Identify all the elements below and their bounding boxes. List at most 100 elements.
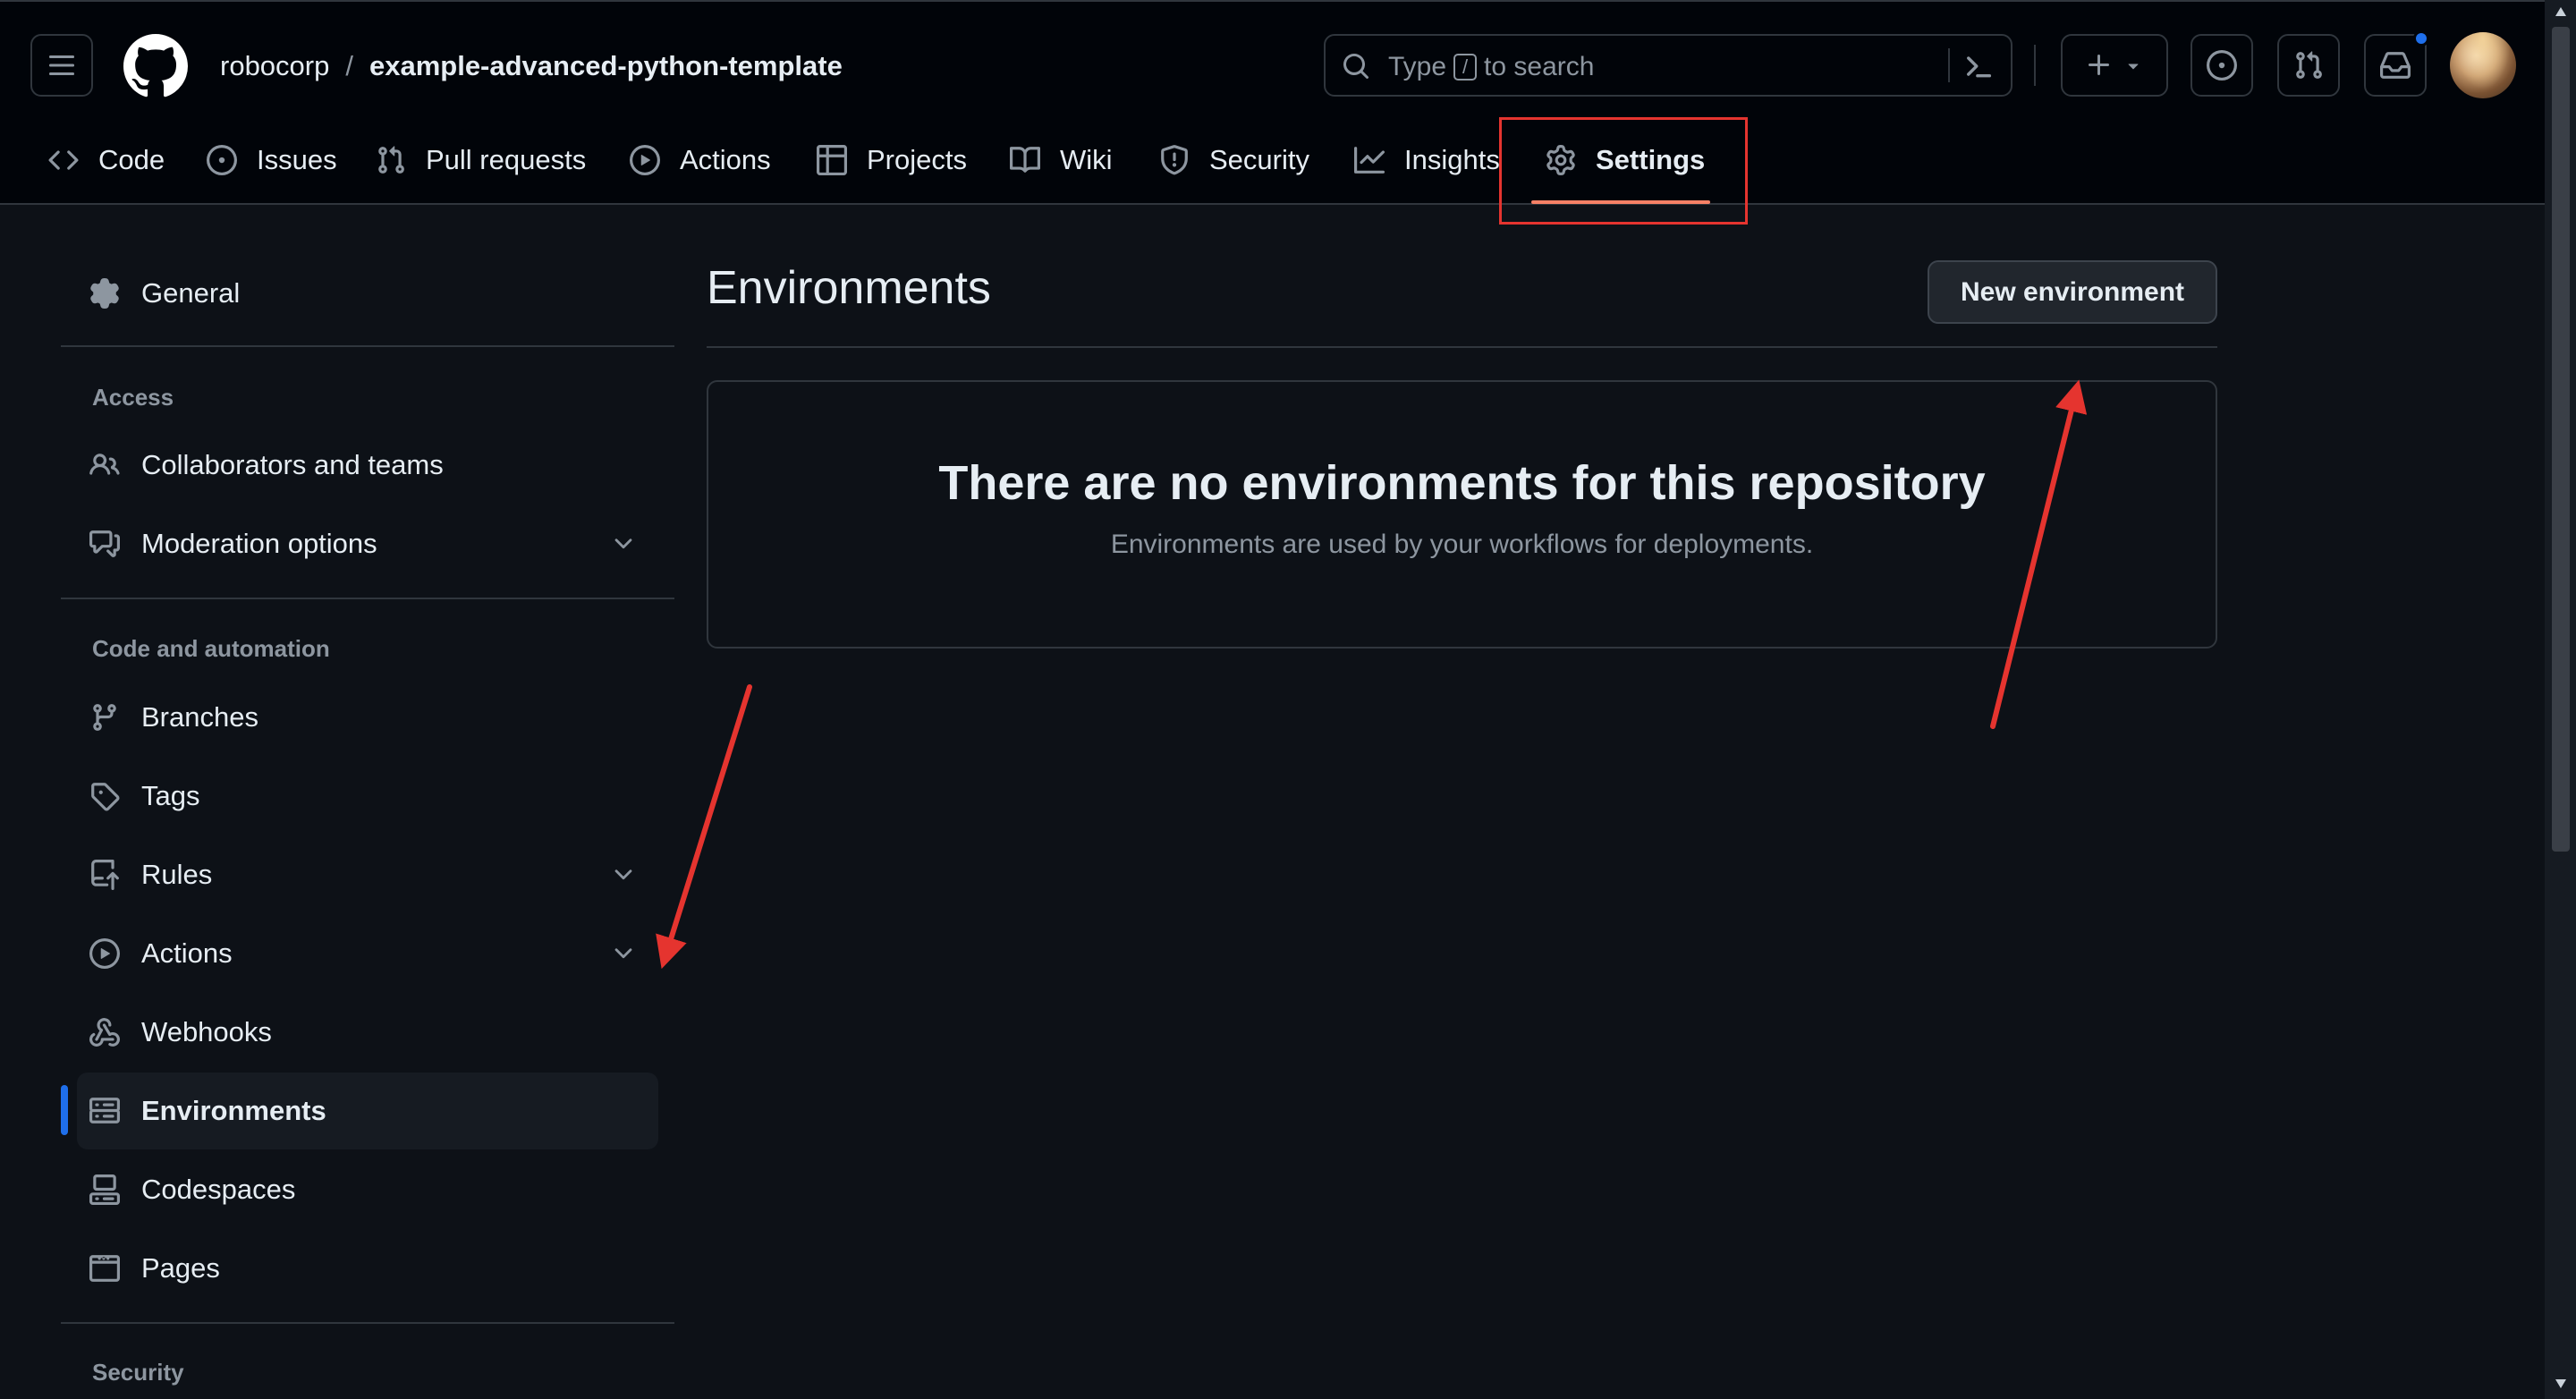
- owner-link[interactable]: robocorp: [220, 50, 329, 82]
- table-icon: [817, 145, 847, 175]
- sidebar-item-moderation[interactable]: Moderation options: [77, 505, 658, 582]
- search-placeholder-suffix: to search: [1484, 52, 1595, 81]
- search-shortcut-key: /: [1453, 54, 1478, 81]
- command-palette-icon[interactable]: [1962, 50, 1995, 82]
- tab-projects-label: Projects: [867, 144, 967, 175]
- browser-icon: [89, 1255, 120, 1282]
- search-divider: [1948, 48, 1950, 82]
- sidebar-item-webhooks[interactable]: Webhooks: [77, 994, 658, 1071]
- sidebar-item-label: Tags: [141, 780, 200, 811]
- tab-security-label: Security: [1209, 144, 1309, 175]
- menu-button[interactable]: [30, 34, 93, 97]
- tab-pull-requests-label: Pull requests: [426, 144, 587, 175]
- pull-request-icon: [378, 146, 404, 174]
- sidebar-item-label: Rules: [141, 859, 213, 890]
- people-icon: [89, 454, 120, 475]
- tab-projects[interactable]: Projects: [815, 138, 967, 182]
- git-branch-icon: [93, 704, 116, 731]
- sidebar-item-general[interactable]: General: [77, 255, 658, 332]
- title-divider: [707, 346, 2217, 348]
- issue-icon: [207, 145, 237, 175]
- search-placeholder-prefix: Type: [1388, 52, 1447, 81]
- sidebar-item-label: Branches: [141, 701, 258, 733]
- sidebar-item-actions[interactable]: Actions: [77, 915, 658, 992]
- sidebar-item-rules[interactable]: Rules: [77, 836, 658, 913]
- tab-wiki[interactable]: Wiki: [1008, 138, 1113, 182]
- book-icon: [1010, 147, 1040, 173]
- shield-icon: [1161, 145, 1188, 175]
- breadcrumb: robocorp / example-advanced-python-templ…: [220, 47, 843, 86]
- tab-actions-label: Actions: [680, 144, 771, 175]
- triangle-down-icon: [2128, 64, 2139, 70]
- sidebar-item-label: Environments: [141, 1095, 326, 1126]
- graph-icon: [1354, 147, 1385, 174]
- page-title: Environments: [707, 262, 991, 314]
- create-new-button[interactable]: [2061, 34, 2168, 97]
- scroll-down-arrow-icon[interactable]: [2554, 1378, 2568, 1390]
- code-icon: [48, 150, 79, 170]
- your-pull-requests-button[interactable]: [2277, 34, 2340, 97]
- server-icon: [89, 1098, 120, 1123]
- sidebar-divider: [61, 345, 674, 347]
- header-divider: [2034, 45, 2036, 86]
- sidebar-item-label: Moderation options: [141, 528, 377, 559]
- sidebar-item-branches[interactable]: Branches: [77, 679, 658, 756]
- tab-security[interactable]: Security: [1157, 138, 1309, 182]
- sidebar-item-label: Codespaces: [141, 1174, 296, 1205]
- tab-insights[interactable]: Insights: [1352, 138, 1500, 182]
- issue-opened-icon: [2207, 50, 2237, 81]
- annotation-highlight-box: [1499, 117, 1748, 225]
- webhook-icon: [89, 1018, 120, 1047]
- chevron-down-icon: [614, 869, 632, 880]
- chevron-down-icon: [614, 538, 632, 549]
- tag-icon: [91, 783, 120, 811]
- scroll-up-arrow-icon[interactable]: [2554, 5, 2568, 18]
- settings-sidebar: General Access Collaborators and teams M…: [0, 205, 680, 1399]
- blank-slate-description: Environments are used by your workflows …: [1110, 530, 1814, 559]
- breadcrumb-separator: /: [345, 50, 353, 81]
- sidebar-item-label: Actions: [141, 937, 233, 969]
- search-input[interactable]: Type / to search: [1324, 34, 2012, 97]
- tab-issues-label: Issues: [257, 144, 337, 175]
- active-item-indicator: [61, 1085, 68, 1135]
- unread-indicator: [2413, 30, 2429, 47]
- play-icon: [89, 938, 120, 969]
- sidebar-heading-access: Access: [92, 384, 174, 411]
- repo-push-icon: [91, 860, 119, 890]
- sidebar-divider: [61, 1322, 674, 1324]
- gear-icon: [90, 278, 119, 309]
- github-logo-icon[interactable]: [123, 34, 188, 98]
- your-issues-button[interactable]: [2190, 34, 2253, 97]
- sidebar-item-environments[interactable]: Environments: [77, 1073, 658, 1149]
- sidebar-item-label: General: [141, 277, 241, 309]
- sidebar-heading-security: Security: [92, 1359, 184, 1386]
- sidebar-item-codespaces[interactable]: Codespaces: [77, 1151, 658, 1228]
- search-icon: [1343, 54, 1368, 79]
- search-placeholder: Type / to search: [1388, 52, 1594, 82]
- tab-insights-label: Insights: [1404, 144, 1500, 175]
- sidebar-item-collaborators[interactable]: Collaborators and teams: [77, 427, 658, 504]
- sidebar-divider: [61, 598, 674, 599]
- tab-code[interactable]: Code: [47, 138, 165, 182]
- sidebar-item-label: Collaborators and teams: [141, 449, 444, 480]
- sidebar-item-tags[interactable]: Tags: [77, 758, 658, 835]
- chevron-down-icon: [614, 948, 632, 959]
- tab-wiki-label: Wiki: [1060, 144, 1113, 175]
- repo-link[interactable]: example-advanced-python-template: [369, 50, 843, 82]
- sidebar-item-pages[interactable]: Pages: [77, 1230, 658, 1307]
- new-environment-button[interactable]: New environment: [1928, 260, 2217, 324]
- blank-slate-title: There are no environments for this repos…: [938, 456, 1986, 510]
- avatar[interactable]: [2450, 32, 2516, 98]
- plus-icon: [2089, 55, 2109, 75]
- sidebar-item-label: Pages: [141, 1252, 220, 1284]
- tab-issues[interactable]: Issues: [205, 138, 337, 182]
- hamburger-icon: [49, 55, 74, 75]
- tab-code-label: Code: [98, 144, 165, 175]
- repo-tabs: Code Issues Pull requests Actions Projec…: [0, 118, 2545, 204]
- inbox-icon: [2380, 52, 2411, 79]
- global-header: robocorp / example-advanced-python-templ…: [0, 0, 2545, 205]
- page-scrollbar[interactable]: [2545, 0, 2576, 1399]
- tab-actions[interactable]: Actions: [628, 138, 771, 182]
- scrollbar-thumb[interactable]: [2552, 27, 2570, 852]
- tab-pull-requests[interactable]: Pull requests: [374, 138, 586, 182]
